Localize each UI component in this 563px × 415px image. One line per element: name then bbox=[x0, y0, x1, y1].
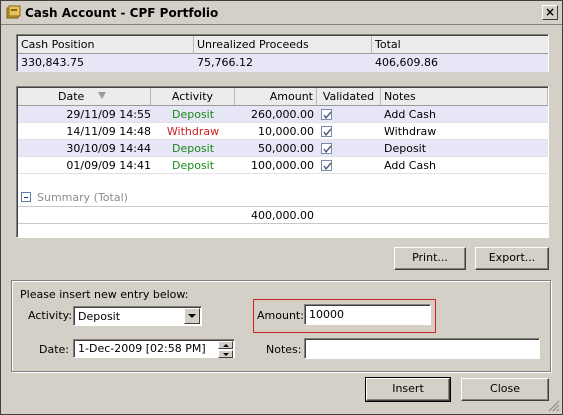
checkmark-icon bbox=[323, 128, 332, 137]
table-row[interactable]: 30/10/09 14:44 Deposit 50,000.00 Deposit bbox=[18, 140, 548, 157]
resize-grip-icon[interactable] bbox=[548, 400, 560, 412]
column-header-activity[interactable]: Activity bbox=[151, 88, 235, 105]
entry-prompt: Please insert new entry below: bbox=[20, 288, 189, 301]
summary-group-row[interactable]: Summary (Total) bbox=[21, 190, 128, 206]
title-bar[interactable]: Cash Account - CPF Portfolio × bbox=[1, 1, 562, 25]
app-icon bbox=[6, 5, 21, 19]
spinner-down-icon[interactable] bbox=[218, 350, 233, 358]
row-activity: Deposit bbox=[171, 142, 215, 155]
row-notes: Add Cash bbox=[384, 108, 436, 121]
row-amount: 260,000.00 bbox=[251, 108, 314, 121]
column-header-date-label: Date bbox=[58, 90, 85, 103]
row-activity: Withdraw bbox=[166, 125, 220, 138]
date-field-value: 1-Dec-2009 [02:58 PM] bbox=[78, 342, 206, 355]
row-amount: 50,000.00 bbox=[258, 142, 314, 155]
amount-label: Amount: bbox=[257, 309, 304, 322]
checkmark-icon bbox=[323, 162, 332, 171]
chevron-down-icon[interactable] bbox=[184, 308, 200, 324]
row-date: 29/11/09 14:55 bbox=[66, 108, 151, 121]
column-header-amount[interactable]: Amount bbox=[235, 88, 317, 105]
date-spinner[interactable] bbox=[218, 341, 233, 358]
export-button[interactable]: Export... bbox=[475, 247, 549, 270]
header-cash-position: Cash Position bbox=[18, 36, 194, 54]
notes-field[interactable] bbox=[304, 338, 540, 359]
print-button[interactable]: Print... bbox=[394, 247, 466, 270]
row-activity: Deposit bbox=[171, 159, 215, 172]
cash-summary-header: Cash Position Unrealized Proceeds Total bbox=[18, 36, 548, 54]
row-validated bbox=[317, 106, 381, 123]
header-unrealized-proceeds: Unrealized Proceeds bbox=[194, 36, 372, 54]
spinner-up-icon[interactable] bbox=[218, 341, 233, 349]
validated-checkbox[interactable] bbox=[321, 126, 332, 137]
row-notes: Add Cash bbox=[384, 159, 436, 172]
checkmark-icon bbox=[323, 145, 332, 154]
sort-descending-icon bbox=[98, 92, 106, 99]
row-activity: Deposit bbox=[171, 108, 215, 121]
checkmark-icon bbox=[323, 111, 332, 120]
window-title: Cash Account - CPF Portfolio bbox=[25, 6, 219, 20]
column-header-notes[interactable]: Notes bbox=[381, 88, 548, 105]
unrealized-proceeds-value: 75,766.12 bbox=[197, 56, 253, 69]
close-button[interactable]: Close bbox=[461, 378, 549, 401]
activity-label: Activity: bbox=[28, 309, 73, 322]
row-date: 01/09/09 14:41 bbox=[66, 159, 151, 172]
cash-position-value: 330,843.75 bbox=[21, 56, 84, 69]
date-field[interactable]: 1-Dec-2009 [02:58 PM] bbox=[73, 339, 235, 358]
activity-select-value: Deposit bbox=[78, 310, 121, 323]
insert-button[interactable]: Insert bbox=[365, 377, 451, 402]
row-date: 14/11/09 14:48 bbox=[66, 125, 151, 138]
cash-account-window: Cash Account - CPF Portfolio × Cash Posi… bbox=[0, 0, 563, 415]
table-row[interactable]: 29/11/09 14:55 Deposit 260,000.00 Add Ca… bbox=[18, 106, 548, 123]
amount-field[interactable]: 10000 bbox=[304, 304, 431, 325]
row-validated bbox=[317, 140, 381, 157]
transactions-header: Date Activity Amount Validated Notes bbox=[18, 88, 548, 106]
row-amount: 100,000.00 bbox=[251, 159, 314, 172]
row-date: 30/10/09 14:44 bbox=[66, 142, 151, 155]
column-header-date[interactable]: Date bbox=[18, 88, 151, 105]
table-row[interactable]: 14/11/09 14:48 Withdraw 10,000.00 Withdr… bbox=[18, 123, 548, 140]
row-notes: Withdraw bbox=[384, 125, 437, 138]
validated-checkbox[interactable] bbox=[321, 109, 332, 120]
summary-total-row: 400,000.00 bbox=[18, 206, 548, 224]
transactions-table: Date Activity Amount Validated Notes 29/… bbox=[16, 86, 549, 238]
column-header-validated[interactable]: Validated bbox=[317, 88, 381, 105]
row-validated bbox=[317, 157, 381, 174]
activity-select[interactable]: Deposit bbox=[73, 306, 202, 326]
close-icon[interactable]: × bbox=[542, 5, 558, 20]
collapse-icon[interactable] bbox=[21, 192, 31, 202]
validated-checkbox[interactable] bbox=[321, 160, 332, 171]
notes-label: Notes: bbox=[266, 343, 302, 356]
cash-summary-table: Cash Position Unrealized Proceeds Total … bbox=[16, 34, 549, 72]
header-total: Total bbox=[375, 38, 401, 51]
total-value: 406,609.86 bbox=[375, 56, 438, 69]
validated-checkbox[interactable] bbox=[321, 143, 332, 154]
table-row[interactable]: 01/09/09 14:41 Deposit 100,000.00 Add Ca… bbox=[18, 157, 548, 174]
summary-group-label: Summary (Total) bbox=[37, 191, 128, 204]
row-validated bbox=[317, 123, 381, 140]
summary-total-amount: 400,000.00 bbox=[251, 209, 314, 222]
date-label: Date: bbox=[39, 343, 69, 356]
cash-summary-row: 330,843.75 75,766.12 406,609.86 bbox=[18, 54, 548, 72]
row-notes: Deposit bbox=[384, 142, 427, 155]
row-amount: 10,000.00 bbox=[258, 125, 314, 138]
